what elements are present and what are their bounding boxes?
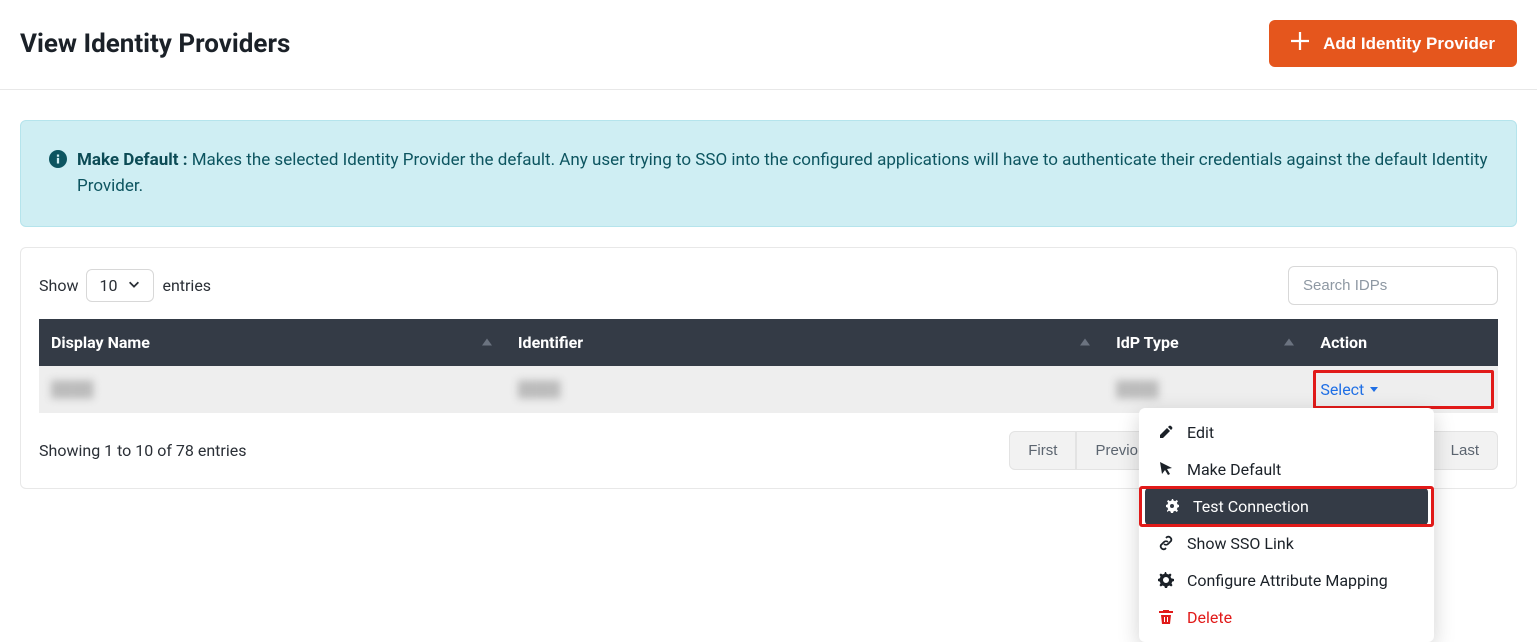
- col-action: Action: [1308, 319, 1498, 366]
- menu-show-sso-link[interactable]: Show SSO Link: [1139, 525, 1434, 562]
- add-identity-provider-button[interactable]: Add Identity Provider: [1269, 20, 1517, 67]
- menu-configure-attribute-label: Configure Attribute Mapping: [1187, 571, 1388, 590]
- caret-down-icon: [1370, 387, 1378, 392]
- menu-delete-label: Delete: [1187, 608, 1232, 627]
- col-display-name[interactable]: Display Name: [39, 319, 506, 366]
- page-last[interactable]: Last: [1432, 431, 1498, 470]
- page-first[interactable]: First: [1009, 431, 1076, 470]
- cell-display-name: ████: [51, 380, 94, 398]
- entries-selector: Show 10 entries: [39, 269, 211, 302]
- action-dropdown: Edit Make Default Test Connection Show S…: [1139, 408, 1434, 642]
- sort-icon: [1080, 339, 1090, 346]
- info-icon: [49, 147, 67, 200]
- show-label: Show: [39, 276, 78, 295]
- menu-make-default-label: Make Default: [1187, 460, 1281, 479]
- sort-icon: [1284, 339, 1294, 346]
- page-size-select[interactable]: 10: [86, 269, 154, 302]
- row-action-select[interactable]: Select: [1320, 380, 1378, 399]
- search-input[interactable]: [1288, 266, 1498, 305]
- info-alert: Make Default : Makes the selected Identi…: [20, 120, 1517, 227]
- menu-test-connection-label: Test Connection: [1193, 497, 1309, 516]
- menu-edit[interactable]: Edit: [1139, 414, 1434, 451]
- menu-show-sso-link-label: Show SSO Link: [1187, 534, 1294, 553]
- page-size-value: 10: [99, 276, 117, 295]
- table-controls: Show 10 entries: [39, 266, 1498, 305]
- pencil-icon: [1157, 423, 1175, 441]
- link-icon: [1157, 534, 1175, 552]
- table-row: ████ ████ ████ Select: [39, 366, 1498, 413]
- alert-text-wrap: Make Default : Makes the selected Identi…: [77, 147, 1488, 200]
- page-title: View Identity Providers: [20, 29, 290, 59]
- cell-identifier: ████: [518, 380, 561, 398]
- chevron-down-icon: [127, 276, 141, 295]
- menu-test-connection[interactable]: Test Connection: [1145, 488, 1428, 525]
- trash-icon: [1157, 608, 1175, 626]
- idp-table: Display Name Identifier IdP Type Action …: [39, 319, 1498, 413]
- menu-make-default[interactable]: Make Default: [1139, 451, 1434, 488]
- menu-configure-attribute[interactable]: Configure Attribute Mapping: [1139, 562, 1434, 599]
- showing-text: Showing 1 to 10 of 78 entries: [39, 441, 246, 460]
- cell-idp-type: ████: [1116, 380, 1159, 398]
- menu-delete[interactable]: Delete: [1139, 599, 1434, 636]
- alert-text: Makes the selected Identity Provider the…: [77, 150, 1488, 196]
- gears-icon: [1163, 497, 1181, 515]
- col-identifier[interactable]: Identifier: [506, 319, 1104, 366]
- table-card: Show 10 entries Display Name Identifier: [20, 247, 1517, 489]
- add-button-label: Add Identity Provider: [1323, 34, 1495, 54]
- select-label: Select: [1320, 380, 1364, 399]
- gear-icon: [1157, 571, 1175, 589]
- alert-label: Make Default :: [77, 150, 188, 170]
- page-header: View Identity Providers Add Identity Pro…: [0, 0, 1537, 90]
- sort-icon: [482, 339, 492, 346]
- plus-icon: [1291, 32, 1309, 55]
- menu-edit-label: Edit: [1187, 423, 1214, 442]
- col-idp-type[interactable]: IdP Type: [1104, 319, 1308, 366]
- cursor-icon: [1157, 460, 1175, 478]
- entries-label: entries: [162, 276, 211, 295]
